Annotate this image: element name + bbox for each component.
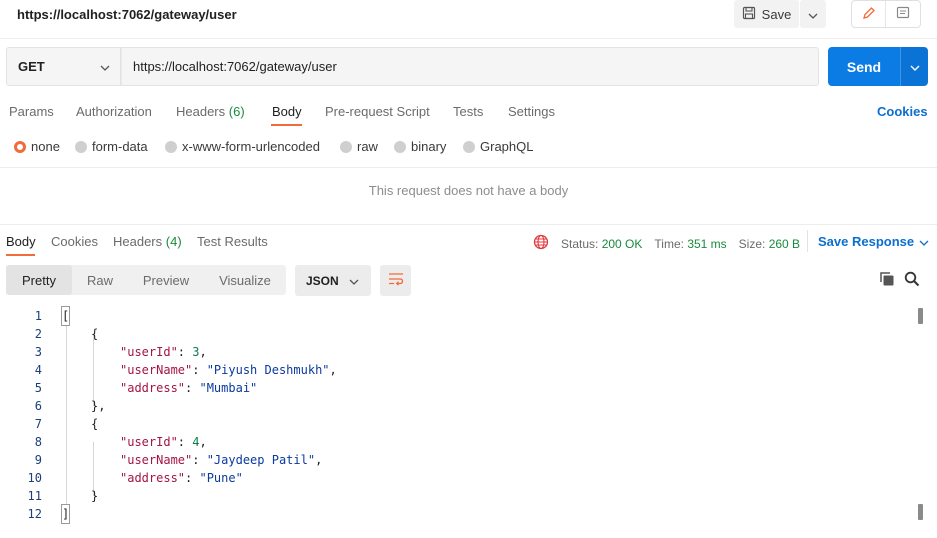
tab-settings[interactable]: Settings: [508, 104, 555, 119]
tab-tests[interactable]: Tests: [453, 104, 483, 119]
status-label: Status:: [561, 236, 599, 251]
code-line: 6},: [34, 399, 106, 413]
code-line: 4 "userName": "Piyush Deshmukh",: [34, 363, 337, 377]
chevron-down-icon: [349, 274, 359, 288]
view-mode-tabs: Pretty Raw Preview Visualize: [6, 265, 286, 295]
chevron-down-icon: [808, 7, 818, 22]
chevron-down-icon: [919, 234, 929, 249]
radio-form-data[interactable]: form-data: [75, 139, 148, 154]
search-icon[interactable]: [904, 271, 920, 290]
comment-icon: [896, 6, 910, 23]
editor-scrollbar[interactable]: [915, 307, 925, 537]
radio-raw[interactable]: raw: [340, 139, 378, 154]
code-line: 8 "userId": 4,: [34, 435, 207, 449]
view-raw[interactable]: Raw: [72, 265, 128, 295]
divider: [0, 167, 937, 168]
chevron-down-icon: [100, 59, 110, 74]
radio-icon: [340, 140, 352, 153]
tab-headers[interactable]: Headers (6): [176, 104, 245, 119]
radio-icon: [394, 140, 406, 153]
response-tab-cookies[interactable]: Cookies: [51, 234, 98, 249]
view-pretty[interactable]: Pretty: [6, 265, 72, 295]
url-value: https://localhost:7062/gateway/user: [133, 59, 337, 74]
format-select[interactable]: JSON: [295, 265, 371, 296]
view-visualize[interactable]: Visualize: [204, 265, 286, 295]
response-tab-body[interactable]: Body: [6, 234, 36, 249]
code-line: 10 "address": "Pune": [27, 471, 243, 485]
edit-mode-button[interactable]: [852, 1, 887, 27]
response-headers-count: (4): [165, 234, 182, 249]
tab-authorization[interactable]: Authorization: [76, 104, 152, 119]
radio-x-www-form-urlencoded[interactable]: x-www-form-urlencoded: [165, 139, 320, 154]
tab-body[interactable]: Body: [272, 104, 302, 119]
time-value[interactable]: 351 ms: [687, 237, 726, 251]
view-preview[interactable]: Preview: [128, 265, 204, 295]
view-mode-toggle: [851, 0, 921, 28]
size-value[interactable]: 260 B: [769, 237, 800, 251]
send-options-button[interactable]: [900, 47, 928, 86]
headers-count: (6): [228, 104, 245, 119]
save-button[interactable]: Save: [734, 0, 799, 28]
active-tab-indicator: [6, 254, 35, 256]
radio-selected-icon: [14, 140, 26, 153]
save-response-button[interactable]: Save Response: [818, 234, 929, 249]
code-line: 11}: [27, 489, 99, 503]
save-label: Save: [761, 6, 792, 22]
request-tab-title: https://localhost:7062/gateway/user: [17, 7, 237, 22]
chevron-down-icon: [910, 59, 920, 74]
save-icon: [742, 6, 756, 23]
radio-none[interactable]: none: [14, 139, 60, 154]
response-tab-test-results[interactable]: Test Results: [197, 234, 268, 249]
code-line: 9 "userName": "Jaydeep Patil",: [34, 453, 323, 467]
code-line: 1[: [34, 306, 71, 326]
format-value: JSON: [306, 273, 339, 288]
method-value: GET: [18, 59, 45, 74]
send-button[interactable]: Send: [828, 47, 900, 86]
comments-button[interactable]: [886, 1, 920, 27]
url-input[interactable]: https://localhost:7062/gateway/user: [121, 47, 819, 86]
code-line: 7{: [34, 417, 99, 431]
wrap-lines-icon: [388, 272, 404, 289]
time-label: Time:: [654, 236, 684, 251]
response-meta: Status: 200 OK Time: 351 ms Size: 260 B: [533, 234, 800, 253]
status-value: 200 OK: [601, 236, 643, 251]
scrollbar-marker: [918, 504, 923, 520]
response-tab-headers[interactable]: Headers (4): [113, 234, 182, 249]
radio-graphql[interactable]: GraphQL: [463, 139, 533, 154]
tab-pre-request-script[interactable]: Pre-request Script: [325, 104, 430, 119]
cookies-link[interactable]: Cookies: [877, 104, 928, 119]
radio-binary[interactable]: binary: [394, 139, 446, 154]
radio-icon: [75, 140, 87, 153]
save-options-button[interactable]: [800, 0, 826, 28]
code-line: 3 "userId": 3,: [34, 345, 207, 359]
code-line: 5 "address": "Mumbai": [34, 381, 258, 395]
pencil-icon: [862, 6, 876, 23]
globe-icon[interactable]: [533, 234, 549, 253]
divider: [0, 38, 937, 39]
method-select[interactable]: GET: [6, 47, 121, 86]
no-body-message: This request does not have a body: [368, 183, 569, 198]
tab-params[interactable]: Params: [9, 104, 54, 119]
active-tab-indicator: [271, 124, 302, 126]
code-line: 2{: [34, 327, 99, 341]
size-label: Size:: [738, 236, 766, 251]
response-body-editor[interactable]: 1[ 2{ 3 "userId": 3, 4 "userName": "Piyush…: [0, 306, 915, 524]
divider: [807, 230, 808, 252]
wrap-lines-button[interactable]: [380, 265, 411, 296]
radio-icon: [165, 140, 177, 153]
divider: [0, 224, 937, 225]
scrollbar-thumb[interactable]: [918, 308, 923, 324]
code-line: 12]: [27, 504, 71, 524]
copy-icon[interactable]: [879, 271, 895, 290]
radio-icon: [463, 140, 475, 153]
